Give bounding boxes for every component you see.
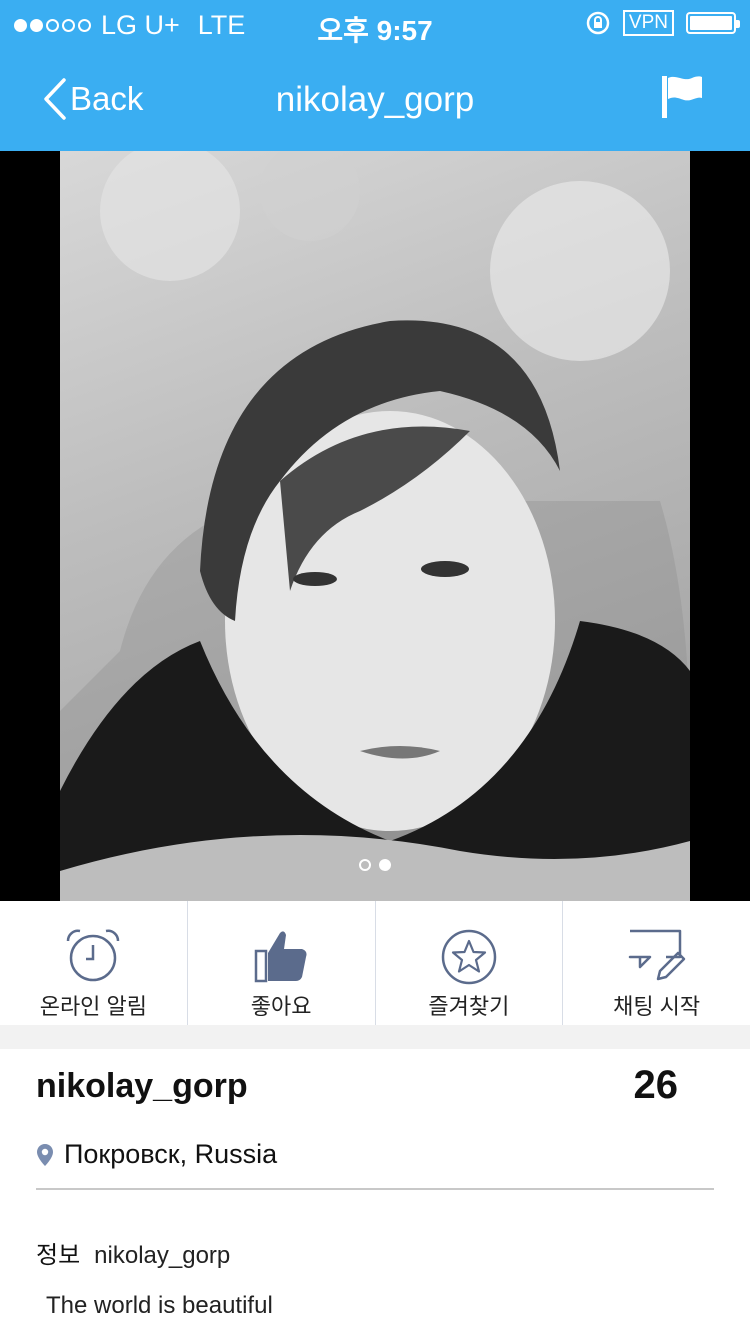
portrait-illustration bbox=[60, 151, 690, 901]
section-divider bbox=[0, 1025, 750, 1049]
favorite-button[interactable]: 즐겨찾기 bbox=[376, 901, 564, 1025]
action-bar: 온라인 알림 좋아요 즐겨찾기 채팅 시작 bbox=[0, 901, 750, 1025]
rotation-lock-icon bbox=[586, 11, 610, 35]
profile-photo-carousel[interactable] bbox=[0, 151, 750, 901]
favorite-label: 즐겨찾기 bbox=[428, 994, 510, 1019]
start-chat-label: 채팅 시작 bbox=[613, 994, 701, 1019]
page-title: nikolay_gorp bbox=[275, 80, 475, 119]
status-bar: LG U+ LTE 오후 9:57 VPN bbox=[0, 0, 750, 50]
battery-icon bbox=[686, 12, 740, 34]
location-pin-icon bbox=[37, 1143, 53, 1166]
profile-name: nikolay_gorp bbox=[36, 1067, 248, 1105]
report-flag-button[interactable] bbox=[660, 74, 704, 125]
thumbs-up-icon bbox=[254, 931, 307, 983]
about-row: 정보 nikolay_gorp bbox=[36, 1235, 230, 1270]
online-alert-label: 온라인 알림 bbox=[39, 994, 148, 1019]
like-button[interactable]: 좋아요 bbox=[188, 901, 376, 1025]
profile-age: 26 bbox=[633, 1063, 679, 1107]
star-icon bbox=[441, 929, 497, 985]
photo-pager[interactable] bbox=[0, 859, 750, 871]
about-label: 정보 bbox=[36, 1242, 81, 1269]
pager-dot-active[interactable] bbox=[379, 859, 391, 871]
profile-photo bbox=[60, 151, 690, 901]
top-bar: LG U+ LTE 오후 9:57 VPN Back nikolay_gorp bbox=[0, 0, 750, 151]
navigation-bar: Back nikolay_gorp bbox=[0, 50, 750, 151]
divider bbox=[36, 1188, 714, 1190]
location-text: Покровск, Russia bbox=[64, 1139, 278, 1169]
pager-dot[interactable] bbox=[359, 859, 371, 871]
chat-pencil-icon bbox=[628, 929, 685, 981]
alarm-clock-icon bbox=[67, 929, 120, 982]
like-label: 좋아요 bbox=[250, 994, 312, 1019]
vpn-badge: VPN bbox=[622, 10, 674, 36]
online-alert-button[interactable]: 온라인 알림 bbox=[0, 901, 188, 1025]
profile-info: nikolay_gorp 26 Покровск, Russia 정보 niko… bbox=[0, 1049, 750, 1334]
profile-location: Покровск, Russia bbox=[36, 1139, 277, 1170]
flag-icon bbox=[662, 76, 702, 118]
profile-bio: The world is beautiful bbox=[46, 1292, 273, 1319]
start-chat-button[interactable]: 채팅 시작 bbox=[563, 901, 750, 1025]
about-value: nikolay_gorp bbox=[94, 1242, 231, 1269]
